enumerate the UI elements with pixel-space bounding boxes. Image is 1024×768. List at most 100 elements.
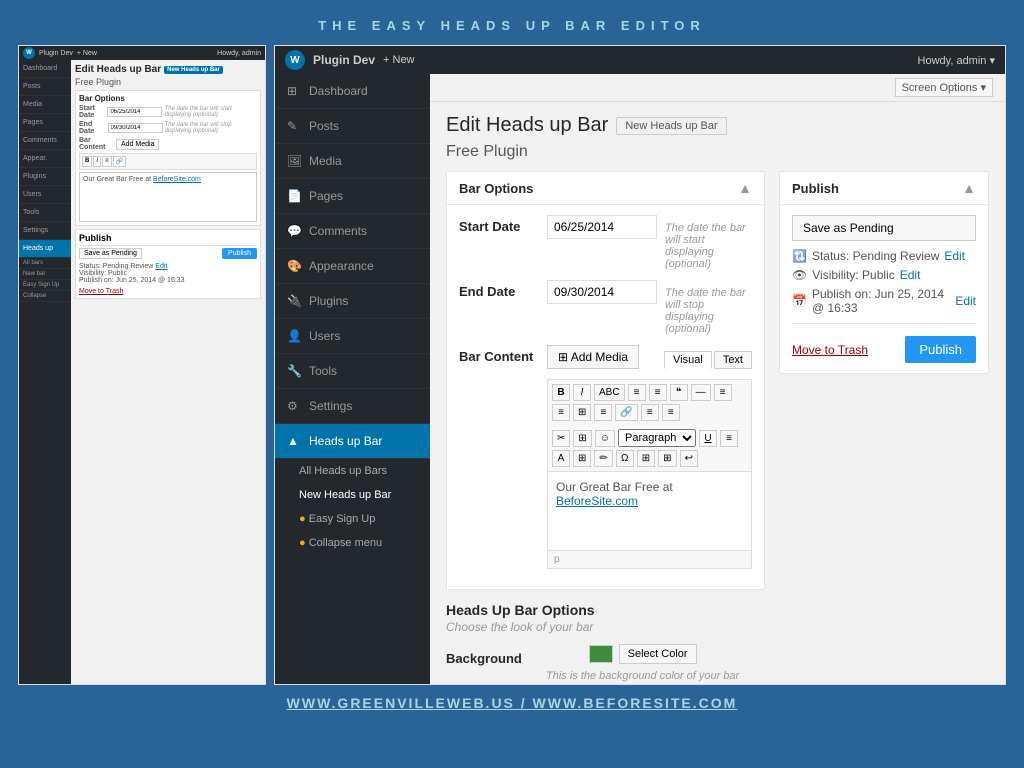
lp-new-link[interactable]: + New <box>77 50 97 57</box>
footer-links[interactable]: WWW.GREENVILLEWEB.US / WWW.BEFORESITE.CO… <box>287 695 738 711</box>
lp-sidebar-users[interactable]: Users <box>19 186 71 204</box>
rp-editor-area[interactable]: Our Great Bar Free at BeforeSite.com <box>547 471 752 551</box>
lp-sidebar-tools[interactable]: Tools <box>19 204 71 222</box>
rp-sidebar-users-label: Users <box>309 329 340 343</box>
rp-screen-options-btn[interactable]: Screen Options ▾ <box>895 78 993 97</box>
lp-sidebar-media[interactable]: Media <box>19 96 71 114</box>
lp-sidebar-dashboard[interactable]: Dashboard <box>19 60 71 78</box>
rp-bar-options-toggle[interactable]: ▲ <box>738 180 752 196</box>
lp-tb-italic[interactable]: I <box>93 156 101 167</box>
lp-sidebar-settings[interactable]: Settings <box>19 222 71 240</box>
rp-visibility-edit-link[interactable]: Edit <box>900 268 921 282</box>
rp-tb-alignj[interactable]: ≡ <box>594 404 612 421</box>
lp-start-date-input[interactable] <box>107 107 162 117</box>
rp-tb-cut[interactable]: ✂ <box>552 430 570 447</box>
rp-tb-more2[interactable]: ≡ <box>662 404 680 421</box>
rp-sidebar-posts[interactable]: ✎ Posts <box>275 109 430 144</box>
lp-editor[interactable]: Our Great Bar Free at BeforeSite.com <box>79 172 257 222</box>
rp-tb-omega[interactable]: Ω <box>616 450 634 467</box>
rp-publish-toggle[interactable]: ▲ <box>962 180 976 196</box>
rp-paragraph-select[interactable]: Paragraph Heading 1 Heading 2 <box>618 429 696 447</box>
lp-sidebar-comments[interactable]: Comments <box>19 132 71 150</box>
rp-background-select-btn[interactable]: Select Color <box>619 644 697 664</box>
rp-sidebar-users[interactable]: 👤 Users <box>275 319 430 354</box>
rp-sidebar-easysignup[interactable]: ● Easy Sign Up <box>275 507 430 531</box>
lp-end-date-input[interactable] <box>108 123 163 133</box>
lp-sidebar-pages[interactable]: Pages <box>19 114 71 132</box>
rp-tb-link[interactable]: 🔗 <box>615 404 637 421</box>
lp-sidebar-newbar[interactable]: New bar <box>19 269 71 280</box>
lp-main-content: Edit Heads up Bar New Heads up Bar Free … <box>71 60 265 684</box>
rp-sidebar-collapse[interactable]: ● Collapse menu <box>275 531 430 555</box>
rp-status-edit-link[interactable]: Edit <box>944 249 965 263</box>
rp-tb-justify[interactable]: ≡ <box>720 430 738 447</box>
rp-sidebar-newbar[interactable]: New Heads up Bar <box>275 483 430 507</box>
rp-tb-emoji[interactable]: ☺ <box>595 430 615 447</box>
rp-sidebar-appearance[interactable]: 🎨 Appearance <box>275 249 430 284</box>
lp-sidebar-collapse[interactable]: Collapse <box>19 291 71 302</box>
lp-sidebar-allbars[interactable]: All bars <box>19 258 71 269</box>
rp-admin-bar: Screen Options ▾ <box>430 74 1005 102</box>
lp-add-media-btn[interactable]: Add Media <box>116 139 159 150</box>
rp-tb-indent[interactable]: ⊞ <box>637 450 655 467</box>
rp-editor-link[interactable]: BeforeSite.com <box>556 494 638 508</box>
rp-sidebar-tools[interactable]: 🔧 Tools <box>275 354 430 389</box>
lp-status-edit[interactable]: Edit <box>155 263 167 270</box>
rp-text-tab[interactable]: Text <box>714 351 752 369</box>
lp-tb-more[interactable]: ≡ <box>102 156 112 167</box>
rp-sidebar-headsupbar[interactable]: ▲ Heads up Bar <box>275 424 430 459</box>
rp-trash-link[interactable]: Move to Trash <box>792 343 868 357</box>
rp-tb-ul[interactable]: ≡ <box>628 384 646 401</box>
rp-sidebar-dashboard[interactable]: ⊞ Dashboard <box>275 74 430 109</box>
lp-sidebar-easysignup[interactable]: Easy Sign Up <box>19 280 71 291</box>
rp-sidebar-comments[interactable]: 💬 Comments <box>275 214 430 249</box>
rp-background-label: Background <box>446 651 536 666</box>
rp-tb-unlink[interactable]: ≡ <box>641 404 659 421</box>
rp-sidebar-settings-label: Settings <box>309 399 352 413</box>
rp-save-pending-btn[interactable]: Save as Pending <box>792 215 976 241</box>
lp-tb-bold[interactable]: B <box>82 156 92 167</box>
rp-topbar: W Plugin Dev + New Howdy, admin ▾ <box>275 46 1005 74</box>
rp-tb-ol[interactable]: ≡ <box>649 384 667 401</box>
rp-tb-abc[interactable]: ABC <box>594 384 625 401</box>
rp-end-date-input[interactable] <box>547 280 657 304</box>
rp-site-name[interactable]: Plugin Dev <box>313 53 375 67</box>
rp-sidebar-plugins[interactable]: 🔌 Plugins <box>275 284 430 319</box>
rp-admin-name[interactable]: Howdy, admin ▾ <box>918 54 995 67</box>
lp-publish-btn[interactable]: Publish <box>222 248 257 259</box>
rp-sidebar-pages[interactable]: 📄 Pages <box>275 179 430 214</box>
lp-sidebar-posts[interactable]: Posts <box>19 78 71 96</box>
lp-tb-link[interactable]: 🔗 <box>113 156 126 167</box>
rp-background-inner: Select Color This is the background colo… <box>546 644 739 682</box>
rp-tb-alignl[interactable]: ≡ <box>714 384 732 401</box>
rp-tb-hr[interactable]: — <box>691 384 711 401</box>
rp-publish-on-edit-link[interactable]: Edit <box>955 294 976 308</box>
lp-save-pending-btn[interactable]: Save as Pending <box>79 248 142 259</box>
rp-add-media-btn[interactable]: ⊞ Add Media <box>547 345 639 369</box>
rp-bar-options-body: Start Date The date the bar will start d… <box>447 205 764 589</box>
lp-sidebar-headsupbar[interactable]: Heads up <box>19 240 71 258</box>
rp-visual-tab[interactable]: Visual <box>664 351 712 369</box>
rp-tb-outdent[interactable]: ⊞ <box>658 450 676 467</box>
rp-tb-quote[interactable]: ❝ <box>670 384 688 401</box>
rp-end-date-label: End Date <box>459 284 539 299</box>
rp-start-date-input[interactable] <box>547 215 657 239</box>
rp-tb-table[interactable]: ⊞ <box>573 430 591 447</box>
rp-sidebar-media[interactable]: 🖼 Media <box>275 144 430 179</box>
lp-sidebar-appearance[interactable]: Appear. <box>19 150 71 168</box>
rp-tb-undo[interactable]: ↩ <box>680 450 698 467</box>
rp-tb-bold[interactable]: B <box>552 384 570 401</box>
rp-sidebar-allbars[interactable]: All Heads up Bars <box>275 459 430 483</box>
lp-sidebar-plugins[interactable]: Plugins <box>19 168 71 186</box>
rp-tb-pencil[interactable]: ✏ <box>594 450 612 467</box>
rp-tb-alignr[interactable]: ⊞ <box>573 404 591 421</box>
rp-tb-alignc[interactable]: ≡ <box>552 404 570 421</box>
rp-tb-paste[interactable]: ⊞ <box>573 450 591 467</box>
rp-tb-italic[interactable]: I <box>573 384 591 401</box>
rp-sidebar-settings[interactable]: ⚙ Settings <box>275 389 430 424</box>
lp-trash-link[interactable]: Move to Trash <box>79 288 123 295</box>
rp-new-link[interactable]: + New <box>383 54 415 66</box>
rp-tb-color[interactable]: A <box>552 450 570 467</box>
rp-publish-btn[interactable]: Publish <box>905 336 976 363</box>
rp-tb-underline[interactable]: U <box>699 430 717 447</box>
